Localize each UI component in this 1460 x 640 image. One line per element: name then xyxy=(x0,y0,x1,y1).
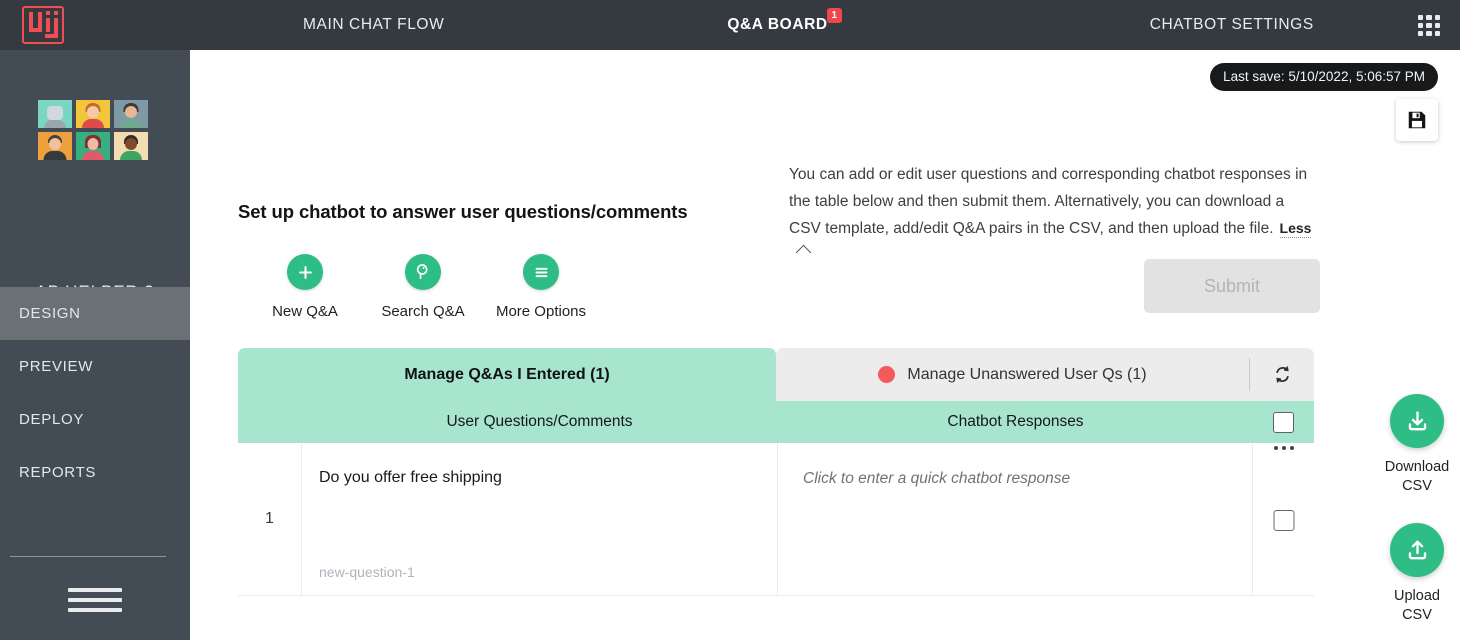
app-root: MAIN CHAT FLOW Q&A BOARD 1 CHATBOT SETTI… xyxy=(0,0,1460,640)
page-title: Set up chatbot to answer user questions/… xyxy=(238,201,688,222)
search-qa-button[interactable]: Search Q&A xyxy=(364,254,482,320)
avatar[interactable] xyxy=(114,100,148,128)
instructions-text: You can add or edit user questions and c… xyxy=(789,162,1319,269)
nav-item-chatbot-settings[interactable]: CHATBOT SETTINGS xyxy=(1150,16,1314,34)
main-content: Last save: 5/10/2022, 5:06:57 PM Set up … xyxy=(190,50,1460,640)
unanswered-status-dot-icon xyxy=(878,366,896,383)
row-question-id: new-question-1 xyxy=(319,564,415,580)
qa-table: User Questions/Comments Chatbot Response… xyxy=(238,401,1314,596)
row-response-cell[interactable]: Click to enter a quick chatbot response xyxy=(778,443,1253,595)
avatar[interactable] xyxy=(76,100,110,128)
sidebar-label-reports: REPORTS xyxy=(19,464,97,481)
less-toggle-link[interactable]: Less xyxy=(1279,220,1312,238)
instructions-body: You can add or edit user questions and c… xyxy=(789,166,1308,237)
more-options-button[interactable]: More Options xyxy=(482,254,600,320)
apps-grid-icon[interactable] xyxy=(1418,15,1440,36)
sidebar-label-deploy: DEPLOY xyxy=(19,411,85,428)
more-options-label: More Options xyxy=(495,303,587,320)
tab-manage-unanswered[interactable]: Manage Unanswered User Qs (1) xyxy=(776,348,1314,401)
csv-actions-rail: Download CSV Upload CSV xyxy=(1367,394,1460,625)
nav-label-chatbot-settings: CHATBOT SETTINGS xyxy=(1149,16,1314,33)
nav-item-qa-board[interactable]: Q&A BOARD 1 xyxy=(727,8,842,34)
qa-board-badge: 1 xyxy=(826,8,842,23)
table-header-questions: User Questions/Comments xyxy=(446,413,633,430)
upload-icon xyxy=(1390,523,1444,577)
tab-label-entered: Manage Q&As I Entered (1) xyxy=(404,365,610,383)
nav-label-qa-board: Q&A BOARD xyxy=(727,16,828,33)
sidebar-menu: DESIGN PREVIEW DEPLOY REPORTS xyxy=(0,287,190,499)
sidebar-label-preview: PREVIEW xyxy=(19,358,94,375)
row-select-checkbox[interactable] xyxy=(1273,510,1294,531)
avatar-gallery[interactable] xyxy=(38,100,152,160)
row-ellipsis-icon[interactable] xyxy=(1273,446,1294,450)
select-all-checkbox[interactable] xyxy=(1273,411,1294,433)
avatar[interactable] xyxy=(114,132,148,160)
upload-csv-button[interactable]: Upload CSV xyxy=(1367,523,1460,625)
avatar[interactable] xyxy=(38,132,72,160)
refresh-icon xyxy=(1275,366,1289,383)
juji-logo-icon xyxy=(22,6,64,44)
row-index: 1 xyxy=(265,510,274,527)
download-csv-label: Download CSV xyxy=(1367,458,1460,496)
hamburger-icon xyxy=(523,254,559,290)
nav-label-main-chat-flow: MAIN CHAT FLOW xyxy=(303,16,445,33)
floppy-disk-save-icon xyxy=(1408,111,1426,129)
refresh-button[interactable] xyxy=(1250,363,1314,386)
sidebar-item-deploy[interactable]: DEPLOY xyxy=(0,393,190,446)
submit-button[interactable]: Submit xyxy=(1144,259,1320,313)
save-button[interactable] xyxy=(1396,99,1438,141)
top-nav-items: MAIN CHAT FLOW Q&A BOARD 1 CHATBOT SETTI… xyxy=(190,0,1460,50)
download-csv-line1: Download xyxy=(1384,459,1450,475)
upload-csv-line2: CSV xyxy=(1402,607,1432,623)
search-qa-label: Search Q&A xyxy=(381,303,465,320)
new-qa-label: New Q&A xyxy=(272,303,338,320)
avatar[interactable] xyxy=(76,132,110,160)
tab-manage-qas-entered[interactable]: Manage Q&As I Entered (1) xyxy=(238,348,776,401)
sidebar-item-design[interactable]: DESIGN xyxy=(0,287,190,340)
action-buttons: New Q&A Search Q&A More Options xyxy=(246,254,600,320)
table-header-responses: Chatbot Responses xyxy=(947,413,1084,430)
sidebar-hamburger-icon[interactable] xyxy=(68,588,122,618)
tab-label-unanswered: Manage Unanswered User Qs (1) xyxy=(907,365,1147,383)
table-header-row: User Questions/Comments Chatbot Response… xyxy=(238,401,1314,443)
table-header-select-all[interactable] xyxy=(1253,411,1314,433)
avatar[interactable] xyxy=(38,100,72,128)
row-response-placeholder: Click to enter a quick chatbot response xyxy=(803,470,1071,487)
nav-item-main-chat-flow[interactable]: MAIN CHAT FLOW xyxy=(303,16,444,34)
new-qa-button[interactable]: New Q&A xyxy=(246,254,364,320)
row-actions-cell xyxy=(1253,443,1314,595)
sidebar-label-design: DESIGN xyxy=(19,305,81,322)
upload-csv-line1: Upload xyxy=(1394,588,1440,604)
row-question-text: Do you offer free shipping xyxy=(319,469,502,486)
sidebar: AP HELPER 3 DESIGN PREVIEW DEPLOY REPORT… xyxy=(0,50,190,640)
row-question-cell[interactable]: Do you offer free shipping new-question-… xyxy=(301,443,778,595)
chevron-up-icon[interactable] xyxy=(795,244,812,260)
tab-unanswered-inner[interactable]: Manage Unanswered User Qs (1) xyxy=(776,366,1249,384)
top-navigation-bar: MAIN CHAT FLOW Q&A BOARD 1 CHATBOT SETTI… xyxy=(0,0,1460,50)
plus-icon xyxy=(287,254,323,290)
sidebar-divider-bottom xyxy=(10,556,166,557)
download-csv-button[interactable]: Download CSV xyxy=(1367,394,1460,496)
upload-csv-label: Upload CSV xyxy=(1367,587,1460,625)
last-save-status: Last save: 5/10/2022, 5:06:57 PM xyxy=(1210,63,1438,91)
search-icon xyxy=(405,254,441,290)
sidebar-item-preview[interactable]: PREVIEW xyxy=(0,340,190,393)
brand-logo[interactable] xyxy=(0,6,190,44)
tab-bar: Manage Q&As I Entered (1) Manage Unanswe… xyxy=(238,348,1314,401)
table-row: 1 Do you offer free shipping new-questio… xyxy=(238,443,1314,596)
sidebar-item-reports[interactable]: REPORTS xyxy=(0,446,190,499)
download-csv-line2: CSV xyxy=(1402,478,1432,494)
download-icon xyxy=(1390,394,1444,448)
